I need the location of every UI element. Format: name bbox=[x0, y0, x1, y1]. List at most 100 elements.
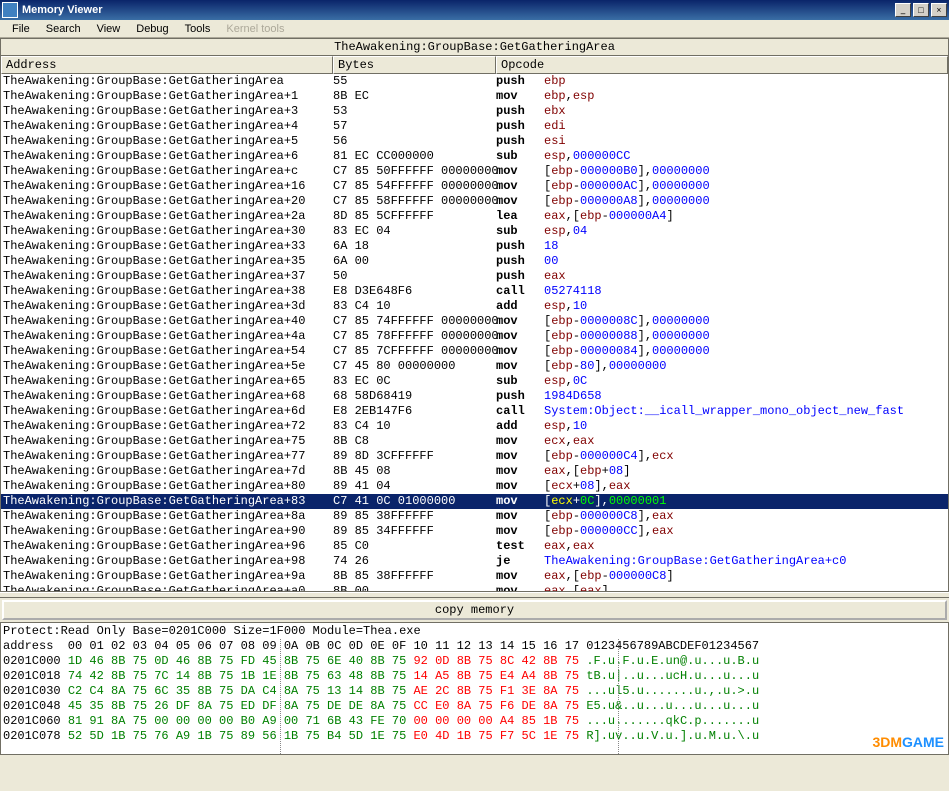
opcode-cell: moveax,[eax] bbox=[496, 584, 948, 592]
disasm-row[interactable]: TheAwakening:GroupBase:GetGatheringArea+… bbox=[1, 179, 948, 194]
disasm-row[interactable]: TheAwakening:GroupBase:GetGatheringArea+… bbox=[1, 284, 948, 299]
disasm-row[interactable]: TheAwakening:GroupBase:GetGatheringArea+… bbox=[1, 224, 948, 239]
hex-header: address 00 01 02 03 04 05 06 07 08 09 0A… bbox=[3, 639, 946, 654]
opcode-cell: mov[ebp-00000088],00000000 bbox=[496, 329, 948, 344]
menu-tools[interactable]: Tools bbox=[177, 23, 219, 35]
disasm-row[interactable]: TheAwakening:GroupBase:GetGatheringArea+… bbox=[1, 164, 948, 179]
menu-debug[interactable]: Debug bbox=[128, 23, 176, 35]
disassembly-list[interactable]: TheAwakening:GroupBase:GetGatheringArea5… bbox=[0, 74, 949, 592]
menu-bar: File Search View Debug Tools Kernel tool… bbox=[0, 20, 949, 38]
disasm-row[interactable]: TheAwakening:GroupBase:GetGatheringArea+… bbox=[1, 569, 948, 584]
close-button[interactable]: × bbox=[931, 3, 947, 17]
bytes-cell: C7 45 80 00000000 bbox=[333, 359, 496, 374]
disasm-row[interactable]: TheAwakening:GroupBase:GetGatheringArea+… bbox=[1, 344, 948, 359]
opcode-cell: testeax,eax bbox=[496, 539, 948, 554]
opcode-cell: pushebx bbox=[496, 104, 948, 119]
hex-row[interactable]: 0201C030 C2 C4 8A 75 6C 35 8B 75 DA C4 8… bbox=[3, 684, 946, 699]
opcode-cell: mov[ecx+0C],00000001 bbox=[496, 494, 948, 509]
menu-file[interactable]: File bbox=[4, 23, 38, 35]
disasm-row[interactable]: TheAwakening:GroupBase:GetGatheringArea+… bbox=[1, 374, 948, 389]
memory-info: Protect:Read Only Base=0201C000 Size=1F0… bbox=[3, 624, 946, 639]
menu-kernel-tools: Kernel tools bbox=[218, 23, 292, 35]
col-address[interactable]: Address bbox=[1, 56, 333, 74]
addr-cell: TheAwakening:GroupBase:GetGatheringArea+… bbox=[1, 344, 333, 359]
menu-view[interactable]: View bbox=[89, 23, 129, 35]
col-opcode[interactable]: Opcode bbox=[496, 56, 948, 74]
disasm-row[interactable]: TheAwakening:GroupBase:GetGatheringArea+… bbox=[1, 509, 948, 524]
addr-cell: TheAwakening:GroupBase:GetGatheringArea+… bbox=[1, 509, 333, 524]
app-icon bbox=[2, 2, 18, 18]
disasm-row[interactable]: TheAwakening:GroupBase:GetGatheringArea+… bbox=[1, 539, 948, 554]
maximize-button[interactable]: □ bbox=[913, 3, 929, 17]
hex-row[interactable]: 0201C048 45 35 8B 75 26 DF 8A 75 ED DF 8… bbox=[3, 699, 946, 714]
bytes-cell: 53 bbox=[333, 104, 496, 119]
disasm-row[interactable]: TheAwakening:GroupBase:GetGatheringArea+… bbox=[1, 479, 948, 494]
disasm-row[interactable]: TheAwakening:GroupBase:GetGatheringArea+… bbox=[1, 449, 948, 464]
bytes-cell: 55 bbox=[333, 74, 496, 89]
opcode-cell: mov[ebp-80],00000000 bbox=[496, 359, 948, 374]
disasm-row[interactable]: TheAwakening:GroupBase:GetGatheringArea+… bbox=[1, 314, 948, 329]
disasm-row[interactable]: TheAwakening:GroupBase:GetGatheringArea+… bbox=[1, 359, 948, 374]
opcode-cell: addesp,10 bbox=[496, 299, 948, 314]
addr-cell: TheAwakening:GroupBase:GetGatheringArea+… bbox=[1, 89, 333, 104]
addr-cell: TheAwakening:GroupBase:GetGatheringArea+… bbox=[1, 359, 333, 374]
bytes-cell: 8B 45 08 bbox=[333, 464, 496, 479]
opcode-cell: push18 bbox=[496, 239, 948, 254]
addr-cell: TheAwakening:GroupBase:GetGatheringArea+… bbox=[1, 374, 333, 389]
bytes-cell: 8D 85 5CFFFFFF bbox=[333, 209, 496, 224]
addr-cell: TheAwakening:GroupBase:GetGatheringArea+… bbox=[1, 164, 333, 179]
hex-dump-pane[interactable]: Protect:Read Only Base=0201C000 Size=1F0… bbox=[0, 622, 949, 755]
opcode-cell: subesp,0C bbox=[496, 374, 948, 389]
disasm-row[interactable]: TheAwakening:GroupBase:GetGatheringArea+… bbox=[1, 554, 948, 569]
disasm-row[interactable]: TheAwakening:GroupBase:GetGatheringArea+… bbox=[1, 329, 948, 344]
disasm-row[interactable]: TheAwakening:GroupBase:GetGatheringArea+… bbox=[1, 134, 948, 149]
opcode-cell: movebp,esp bbox=[496, 89, 948, 104]
splitter[interactable] bbox=[0, 592, 949, 598]
disasm-row[interactable]: TheAwakening:GroupBase:GetGatheringArea+… bbox=[1, 254, 948, 269]
addr-cell: TheAwakening:GroupBase:GetGatheringArea+… bbox=[1, 389, 333, 404]
bytes-cell: 83 EC 04 bbox=[333, 224, 496, 239]
disasm-row[interactable]: TheAwakening:GroupBase:GetGatheringArea+… bbox=[1, 584, 948, 592]
addr-cell: TheAwakening:GroupBase:GetGatheringArea+… bbox=[1, 464, 333, 479]
disasm-row[interactable]: TheAwakening:GroupBase:GetGatheringArea+… bbox=[1, 419, 948, 434]
disasm-row[interactable]: TheAwakening:GroupBase:GetGatheringArea+… bbox=[1, 389, 948, 404]
disasm-row[interactable]: TheAwakening:GroupBase:GetGatheringArea+… bbox=[1, 464, 948, 479]
disasm-row[interactable]: TheAwakening:GroupBase:GetGatheringArea+… bbox=[1, 104, 948, 119]
disasm-row[interactable]: TheAwakening:GroupBase:GetGatheringArea+… bbox=[1, 194, 948, 209]
bytes-cell: C7 85 58FFFFFF 00000000 bbox=[333, 194, 496, 209]
menu-search[interactable]: Search bbox=[38, 23, 89, 35]
disasm-row[interactable]: TheAwakening:GroupBase:GetGatheringArea+… bbox=[1, 269, 948, 284]
disasm-row[interactable]: TheAwakening:GroupBase:GetGatheringArea+… bbox=[1, 239, 948, 254]
addr-cell: TheAwakening:GroupBase:GetGatheringArea+… bbox=[1, 539, 333, 554]
opcode-cell: push00 bbox=[496, 254, 948, 269]
opcode-cell: addesp,10 bbox=[496, 419, 948, 434]
disasm-row[interactable]: TheAwakening:GroupBase:GetGatheringArea+… bbox=[1, 119, 948, 134]
disasm-row[interactable]: TheAwakening:GroupBase:GetGatheringArea+… bbox=[1, 149, 948, 164]
hex-row[interactable]: 0201C018 74 42 8B 75 7C 14 8B 75 1B 1E 8… bbox=[3, 669, 946, 684]
disasm-row[interactable]: TheAwakening:GroupBase:GetGatheringArea5… bbox=[1, 74, 948, 89]
opcode-cell: mov[ebp-00000084],00000000 bbox=[496, 344, 948, 359]
col-bytes[interactable]: Bytes bbox=[333, 56, 496, 74]
function-header: TheAwakening:GroupBase:GetGatheringArea bbox=[0, 38, 949, 56]
disasm-row[interactable]: TheAwakening:GroupBase:GetGatheringArea+… bbox=[1, 299, 948, 314]
disasm-row[interactable]: TheAwakening:GroupBase:GetGatheringArea+… bbox=[1, 404, 948, 419]
addr-cell: TheAwakening:GroupBase:GetGatheringArea+… bbox=[1, 479, 333, 494]
disasm-row[interactable]: TheAwakening:GroupBase:GetGatheringArea+… bbox=[1, 209, 948, 224]
disasm-row[interactable]: TheAwakening:GroupBase:GetGatheringArea+… bbox=[1, 434, 948, 449]
bytes-cell: C7 85 78FFFFFF 00000000 bbox=[333, 329, 496, 344]
disasm-row[interactable]: TheAwakening:GroupBase:GetGatheringArea+… bbox=[1, 494, 948, 509]
opcode-cell: mov[ebp-000000A8],00000000 bbox=[496, 194, 948, 209]
bytes-cell: 68 58D68419 bbox=[333, 389, 496, 404]
hex-row[interactable]: 0201C060 81 91 8A 75 00 00 00 00 B0 A9 0… bbox=[3, 714, 946, 729]
copy-memory-button[interactable]: copy memory bbox=[2, 600, 947, 620]
minimize-button[interactable]: _ bbox=[895, 3, 911, 17]
disasm-row[interactable]: TheAwakening:GroupBase:GetGatheringArea+… bbox=[1, 89, 948, 104]
disasm-row[interactable]: TheAwakening:GroupBase:GetGatheringArea+… bbox=[1, 524, 948, 539]
hex-row[interactable]: 0201C078 52 5D 1B 75 76 A9 1B 75 89 56 1… bbox=[3, 729, 946, 744]
bytes-cell: 8B C8 bbox=[333, 434, 496, 449]
addr-cell: TheAwakening:GroupBase:GetGatheringArea+… bbox=[1, 524, 333, 539]
bytes-cell: 8B 00 bbox=[333, 584, 496, 592]
addr-cell: TheAwakening:GroupBase:GetGatheringArea+… bbox=[1, 299, 333, 314]
hex-row[interactable]: 0201C000 1D 46 8B 75 0D 46 8B 75 FD 45 8… bbox=[3, 654, 946, 669]
bytes-cell: 89 85 38FFFFFF bbox=[333, 509, 496, 524]
